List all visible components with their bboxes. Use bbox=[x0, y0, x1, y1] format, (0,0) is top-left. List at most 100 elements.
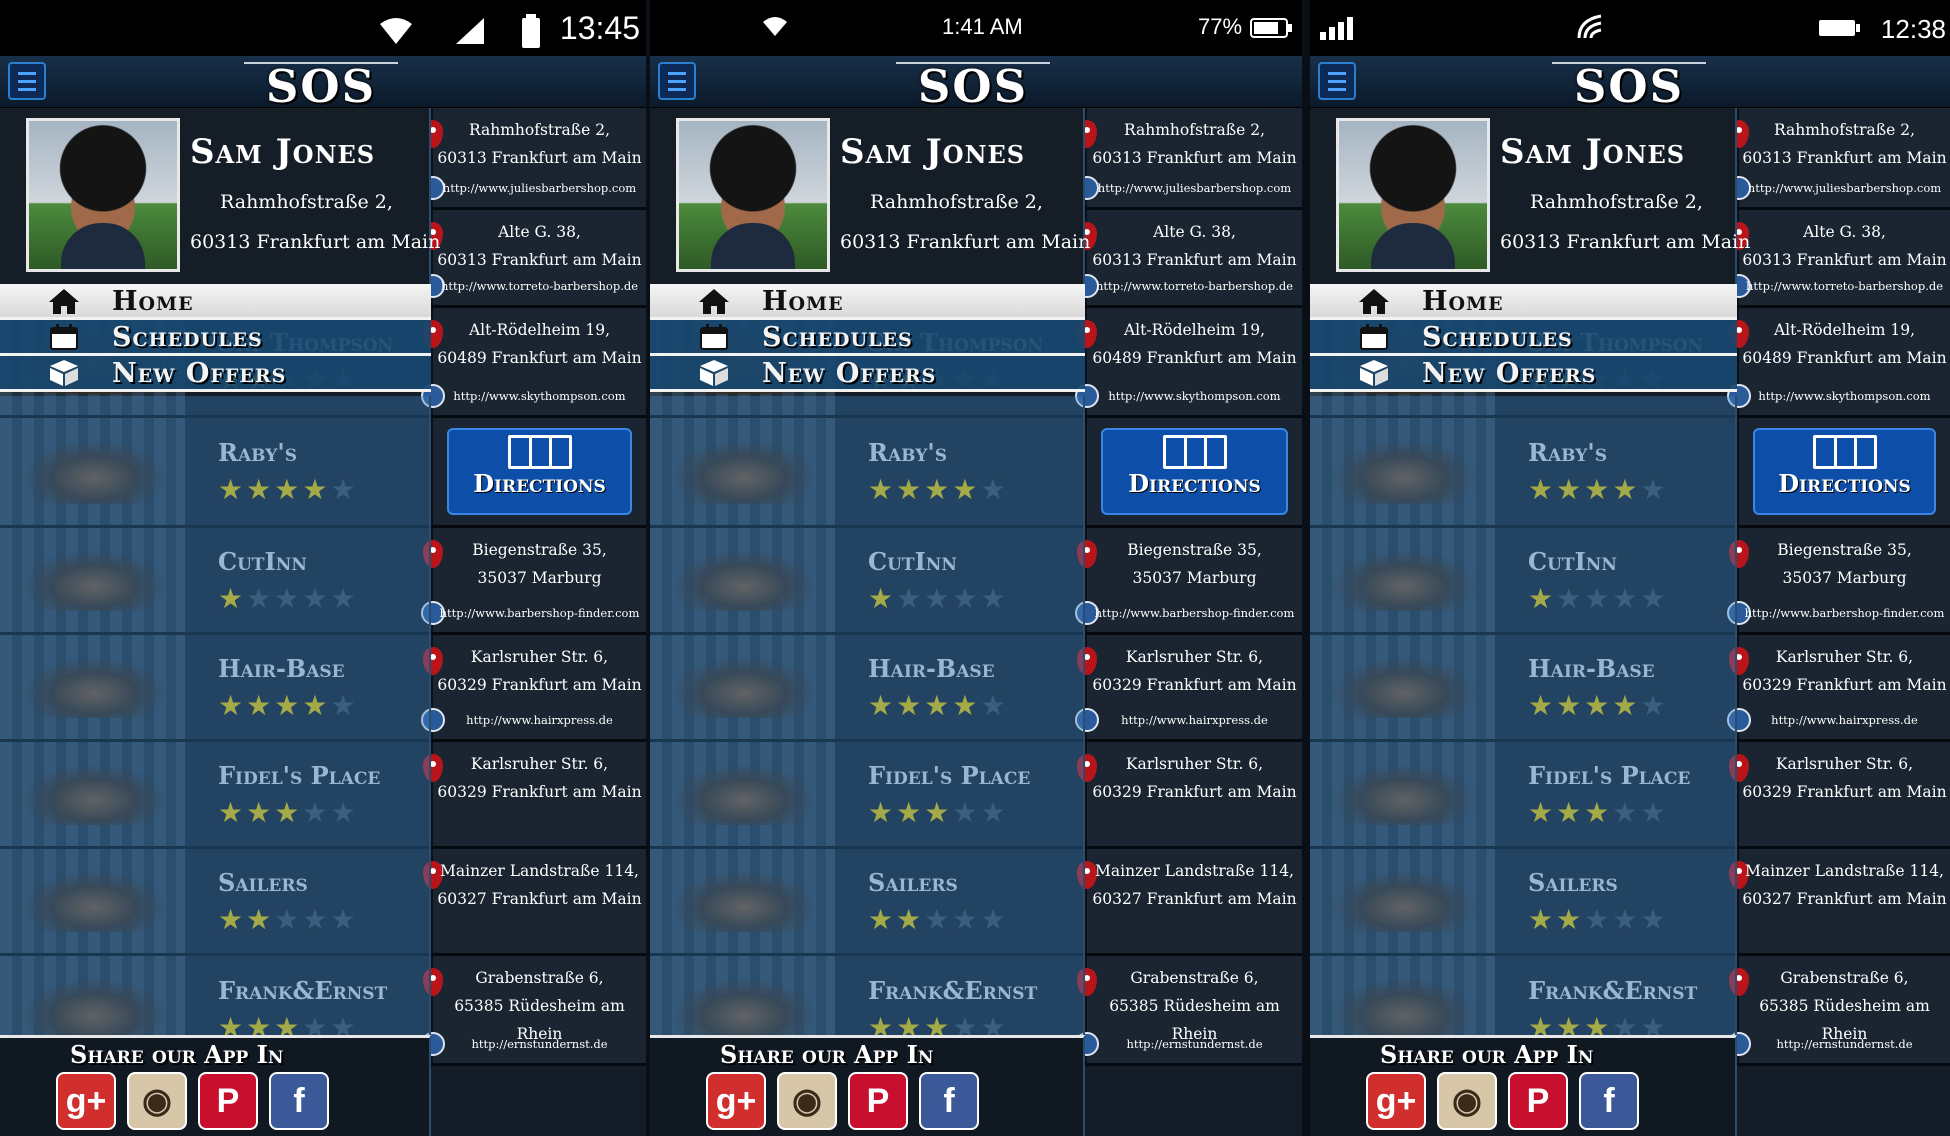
avatar bbox=[1336, 118, 1490, 272]
nav-label: New Offers bbox=[762, 358, 937, 389]
menu-button[interactable] bbox=[1318, 62, 1356, 100]
pinterest-button[interactable]: P bbox=[198, 1072, 258, 1130]
status-bar: 12:38 bbox=[1310, 0, 1950, 56]
shop-address-line1: Alte G. 38, bbox=[1803, 223, 1886, 241]
menu-button[interactable] bbox=[658, 62, 696, 100]
shop-address-line2: 35037 Marburg bbox=[1782, 569, 1907, 587]
shop-website[interactable]: http://www.skythompson.com bbox=[1739, 388, 1950, 404]
nav-new-offers-item[interactable]: New Offers bbox=[1310, 356, 1737, 392]
nav-home-item[interactable]: Home bbox=[1310, 284, 1737, 320]
shop-website[interactable]: http://www.hairxpress.de bbox=[433, 712, 646, 728]
menu-button[interactable] bbox=[8, 62, 46, 100]
profile-header: Sam Jones Rahmhofstraße 2, 60313 Frankfurt… bbox=[0, 108, 440, 284]
phone-screen-3: 12:38SOSJuliei★★★★★Rahmhofstraße 2,60313… bbox=[1310, 0, 1950, 1136]
app-header: SOS bbox=[650, 56, 1302, 110]
battery-icon bbox=[520, 14, 542, 53]
nav-schedules-item[interactable]: Schedules bbox=[0, 320, 431, 356]
nav-new-offers-item[interactable]: New Offers bbox=[650, 356, 1085, 392]
instagram-button[interactable]: ◉ bbox=[777, 1072, 837, 1130]
shop-website[interactable]: http://www.hairxpress.de bbox=[1739, 712, 1950, 728]
shop-detail: Alte G. 38, 60313 Frankfurt am Main http:/… bbox=[1727, 210, 1950, 305]
nav-new-offers-item[interactable]: New Offers bbox=[0, 356, 431, 392]
screens-root: 13:45SOSJuliei★★★★★Rahmhofstraße 2,60313… bbox=[0, 0, 1950, 1136]
side-drawer: Sam Jones Rahmhofstraße 2, 60313 Frankfurt… bbox=[0, 108, 440, 1136]
instagram-icon: ◉ bbox=[142, 1082, 172, 1120]
shop-website[interactable]: http://www.barbershop-finder.com bbox=[1739, 605, 1950, 621]
share-section: Share our App In g+ ◉ Pf bbox=[0, 1035, 431, 1136]
shop-detail: Alt-Rödelheim 19, 60489 Frankfurt am Main… bbox=[421, 308, 646, 415]
shop-website[interactable]: http://www.torreto-barbershop.de bbox=[1087, 278, 1302, 294]
status-time: 1:41 AM bbox=[942, 14, 1023, 39]
shop-address-line2: 60329 Frankfurt am Main bbox=[1092, 676, 1297, 694]
calendar-icon bbox=[1358, 323, 1390, 351]
nav-schedules-item[interactable]: Schedules bbox=[1310, 320, 1737, 356]
shop-address-line1: Alt-Rödelheim 19, bbox=[1773, 321, 1916, 339]
shop-website[interactable]: http://www.barbershop-finder.com bbox=[1087, 605, 1302, 621]
shop-detail: Biegenstraße 35, 35037 Marburg http://www.… bbox=[1727, 528, 1950, 632]
pinterest-button[interactable]: P bbox=[848, 1072, 908, 1130]
shop-address-line1: Karlsruher Str. 6, bbox=[470, 648, 609, 666]
shop-address-line1: Biegenstraße 35, bbox=[1127, 541, 1262, 559]
user-address-line1: Rahmhofstraße 2, bbox=[870, 191, 1043, 213]
status-time: 12:38 bbox=[1880, 14, 1946, 44]
share-title: Share our App In bbox=[70, 1040, 284, 1069]
shop-detail: Biegenstraße 35, 35037 Marburg http://www.… bbox=[1075, 528, 1302, 632]
shop-website[interactable]: http://www.barbershop-finder.com bbox=[433, 605, 646, 621]
shop-website[interactable]: http://www.torreto-barbershop.de bbox=[1739, 278, 1950, 294]
shop-address-line1: Karlsruher Str. 6, bbox=[470, 755, 609, 773]
google-plus-button[interactable]: g+ bbox=[1366, 1072, 1426, 1130]
map-icon bbox=[507, 435, 572, 469]
profile-header: Sam Jones Rahmhofstraße 2, 60313 Frankfurt… bbox=[650, 108, 1090, 284]
map-icon bbox=[1812, 435, 1877, 469]
shop-website[interactable]: http://www.juliesbarbershop.com bbox=[433, 180, 646, 196]
home-icon bbox=[698, 287, 730, 315]
google-plus-button[interactable]: g+ bbox=[706, 1072, 766, 1130]
nav-label: New Offers bbox=[1422, 358, 1597, 389]
status-bar: 13:45 bbox=[0, 0, 646, 56]
battery-icon bbox=[1250, 17, 1294, 44]
facebook-button[interactable]: f bbox=[1579, 1072, 1639, 1130]
google-plus-button[interactable]: g+ bbox=[56, 1072, 116, 1130]
share-section: Share our App In g+ ◉ Pf bbox=[1310, 1035, 1737, 1136]
app-logo: SOS bbox=[896, 62, 1050, 110]
shop-website[interactable]: http://www.juliesbarbershop.com bbox=[1739, 180, 1950, 196]
directions-button[interactable]: Directions bbox=[447, 428, 632, 515]
shop-detail: Biegenstraße 35, 35037 Marburg http://www.… bbox=[421, 528, 646, 632]
pinterest-icon: P bbox=[1526, 1082, 1550, 1120]
facebook-icon: f bbox=[293, 1082, 305, 1120]
shop-website[interactable]: http://ernstundernst.de bbox=[1739, 1036, 1950, 1052]
shop-website[interactable]: http://www.torreto-barbershop.de bbox=[433, 278, 646, 294]
home-icon bbox=[48, 287, 80, 315]
shop-website[interactable]: http://www.juliesbarbershop.com bbox=[1087, 180, 1302, 196]
user-address-line2: 60313 Frankfurt am Main bbox=[1500, 231, 1751, 253]
pinterest-button[interactable]: P bbox=[1508, 1072, 1568, 1130]
shop-address-line2: 60489 Frankfurt am Main bbox=[1742, 349, 1947, 367]
shop-address-line1: Karlsruher Str. 6, bbox=[1775, 648, 1914, 666]
shop-website[interactable]: http://ernstundernst.de bbox=[1087, 1036, 1302, 1052]
facebook-button[interactable]: f bbox=[269, 1072, 329, 1130]
shop-website[interactable]: http://www.hairxpress.de bbox=[1087, 712, 1302, 728]
shop-website[interactable]: http://www.skythompson.com bbox=[1087, 388, 1302, 404]
shop-website[interactable]: http://ernstundernst.de bbox=[433, 1036, 646, 1052]
drawer-overlay bbox=[1310, 396, 1737, 1039]
instagram-icon: ◉ bbox=[1452, 1082, 1482, 1120]
shop-address-line2: 60329 Frankfurt am Main bbox=[1742, 783, 1947, 801]
instagram-button[interactable]: ◉ bbox=[127, 1072, 187, 1130]
shop-address-line1: Alte G. 38, bbox=[1153, 223, 1236, 241]
shop-detail: Alt-Rödelheim 19, 60489 Frankfurt am Main… bbox=[1075, 308, 1302, 415]
instagram-button[interactable]: ◉ bbox=[1437, 1072, 1497, 1130]
user-address-line1: Rahmhofstraße 2, bbox=[1530, 191, 1703, 213]
shop-address-line1: Alte G. 38, bbox=[498, 223, 581, 241]
directions-button[interactable]: Directions bbox=[1753, 428, 1936, 515]
directions-button[interactable]: Directions bbox=[1101, 428, 1288, 515]
shop-detail: Karlsruher Str. 6, 60329 Frankfurt am Mai… bbox=[1075, 635, 1302, 739]
user-name: Sam Jones bbox=[190, 132, 376, 172]
shop-address-line2: 60489 Frankfurt am Main bbox=[1092, 349, 1297, 367]
side-drawer: Sam Jones Rahmhofstraße 2, 60313 Frankfurt… bbox=[1310, 108, 1750, 1136]
facebook-button[interactable]: f bbox=[919, 1072, 979, 1130]
shop-detail: Alte G. 38, 60313 Frankfurt am Main http:/… bbox=[421, 210, 646, 305]
nav-schedules-item[interactable]: Schedules bbox=[650, 320, 1085, 356]
shop-website[interactable]: http://www.skythompson.com bbox=[433, 388, 646, 404]
nav-home-item[interactable]: Home bbox=[650, 284, 1085, 320]
nav-home-item[interactable]: Home bbox=[0, 284, 431, 320]
